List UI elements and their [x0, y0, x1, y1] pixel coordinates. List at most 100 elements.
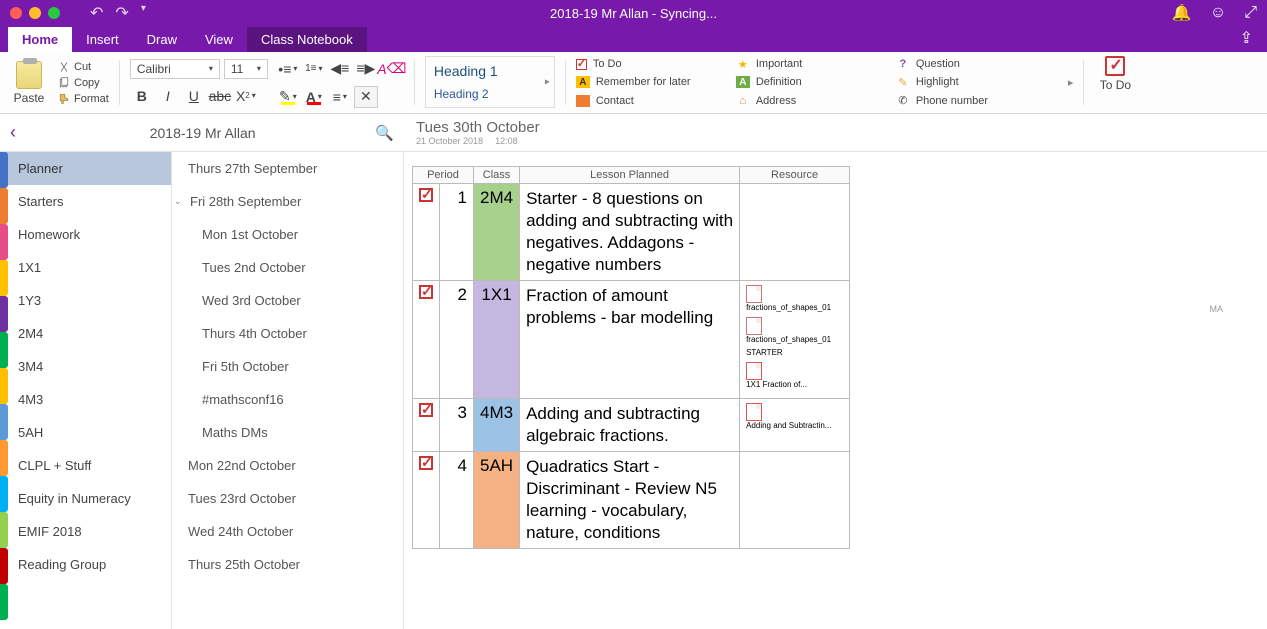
table-row[interactable]: 34M3Adding and subtracting algebraic fra…: [413, 398, 850, 451]
page-item[interactable]: Tues 23rd October: [172, 482, 403, 515]
subscript-button[interactable]: X2▾: [234, 85, 258, 107]
section-item[interactable]: CLPL + Stuff: [0, 449, 171, 482]
todo-checkbox[interactable]: [419, 285, 433, 299]
table-row[interactable]: 45AHQuadratics Start - Discriminant - Re…: [413, 451, 850, 548]
notifications-icon[interactable]: 🔔: [1172, 3, 1192, 23]
page-item[interactable]: Thurs 4th October: [172, 317, 403, 350]
todo-checkbox[interactable]: [419, 188, 433, 202]
clear-format-button[interactable]: A⌫: [380, 58, 404, 80]
page-title[interactable]: Tues 30th October: [416, 119, 1255, 136]
cell-lesson[interactable]: Starter - 8 questions on adding and subt…: [520, 184, 740, 281]
copy-button[interactable]: Copy: [58, 76, 109, 90]
outdent-button[interactable]: ◀≡: [328, 58, 352, 80]
todo-checkbox[interactable]: [419, 456, 433, 470]
section-item[interactable]: 5AH: [0, 416, 171, 449]
tags-expand-icon[interactable]: ▸: [1068, 76, 1074, 89]
indent-button[interactable]: ≡▶: [354, 58, 378, 80]
underline-button[interactable]: U: [182, 85, 206, 107]
section-item[interactable]: 2M4: [0, 317, 171, 350]
tag-phone[interactable]: ✆Phone number: [896, 93, 1056, 109]
numbering-button[interactable]: 1≡▾: [302, 58, 326, 80]
cell-resource[interactable]: [740, 184, 850, 281]
cell-resource[interactable]: [740, 451, 850, 548]
tab-class-notebook[interactable]: Class Notebook: [247, 27, 367, 52]
file-attachment[interactable]: STARTER: [746, 349, 843, 358]
cell-period[interactable]: 2: [440, 281, 474, 398]
planner-table[interactable]: Period Class Lesson Planned Resource 12M…: [412, 166, 850, 549]
feedback-icon[interactable]: ☺: [1210, 4, 1226, 22]
bold-button[interactable]: B: [130, 85, 154, 107]
tab-home[interactable]: Home: [8, 27, 72, 52]
tag-address[interactable]: ⌂Address: [736, 93, 886, 109]
cell-period[interactable]: 3: [440, 398, 474, 451]
highlight-button[interactable]: ✎▾: [276, 86, 300, 108]
cell-resource[interactable]: fractions_of_shapes_01 fractions_of_shape…: [740, 281, 850, 398]
tag-remember[interactable]: ARemember for later: [576, 74, 726, 90]
page-item[interactable]: Mon 1st October: [172, 218, 403, 251]
format-painter-button[interactable]: Format: [58, 92, 109, 106]
close-window[interactable]: [10, 7, 22, 19]
table-row[interactable]: 21X1Fraction of amount problems - bar mo…: [413, 281, 850, 398]
font-color-button[interactable]: A▾: [302, 86, 326, 108]
paste-button[interactable]: Paste: [8, 56, 50, 109]
page-item[interactable]: Thurs 27th September: [172, 152, 403, 185]
tag-question[interactable]: ?Question: [896, 56, 1056, 72]
table-row[interactable]: 12M4Starter - 8 questions on adding and …: [413, 184, 850, 281]
todo-checkbox[interactable]: [419, 403, 433, 417]
cell-class[interactable]: 4M3: [474, 398, 520, 451]
cell-lesson[interactable]: Fraction of amount problems - bar modell…: [520, 281, 740, 398]
chevron-down-icon[interactable]: ⌄: [174, 196, 184, 207]
notebook-name[interactable]: 2018-19 Mr Allan: [30, 125, 375, 141]
page-item[interactable]: ⌄Fri 28th September: [172, 185, 403, 218]
section-item[interactable]: Starters: [0, 185, 171, 218]
align-button[interactable]: ≡▾: [328, 86, 352, 108]
tab-view[interactable]: View: [191, 27, 247, 52]
section-item[interactable]: 1Y3: [0, 284, 171, 317]
zoom-window[interactable]: [48, 7, 60, 19]
search-icon[interactable]: 🔍: [375, 124, 394, 142]
file-attachment[interactable]: fractions_of_shapes_01: [746, 317, 843, 345]
page-canvas[interactable]: Period Class Lesson Planned Resource 12M…: [404, 152, 1267, 629]
cell-period[interactable]: 1: [440, 184, 474, 281]
section-item[interactable]: EMIF 2018: [0, 515, 171, 548]
section-item[interactable]: 3M4: [0, 350, 171, 383]
page-item[interactable]: Wed 24th October: [172, 515, 403, 548]
cell-period[interactable]: 4: [440, 451, 474, 548]
tab-insert[interactable]: Insert: [72, 27, 133, 52]
italic-button[interactable]: I: [156, 85, 180, 107]
tag-contact[interactable]: Contact: [576, 93, 726, 109]
styles-gallery[interactable]: Heading 1 Heading 2 ▸: [425, 56, 555, 108]
page-item[interactable]: Maths DMs: [172, 416, 403, 449]
style-heading2[interactable]: Heading 2: [434, 87, 546, 101]
back-button[interactable]: ‹: [10, 122, 30, 143]
font-size-select[interactable]: 11▾: [224, 59, 268, 79]
page-item[interactable]: Tues 2nd October: [172, 251, 403, 284]
section-item[interactable]: Reading Group: [0, 548, 171, 581]
page-item[interactable]: Mon 22nd October: [172, 449, 403, 482]
styles-expand-icon[interactable]: ▸: [545, 77, 550, 88]
page-item[interactable]: #mathsconf16: [172, 383, 403, 416]
cell-class[interactable]: 1X1: [474, 281, 520, 398]
tag-highlight[interactable]: ✎Highlight: [896, 74, 1056, 90]
tag-definition[interactable]: ADefinition: [736, 74, 886, 90]
tab-draw[interactable]: Draw: [133, 27, 191, 52]
file-attachment[interactable]: fractions_of_shapes_01: [746, 285, 843, 313]
page-item[interactable]: Fri 5th October: [172, 350, 403, 383]
delete-button[interactable]: ✕: [354, 86, 378, 108]
cell-lesson[interactable]: Quadratics Start - Discriminant - Review…: [520, 451, 740, 548]
style-heading1[interactable]: Heading 1: [434, 63, 546, 79]
cut-button[interactable]: Cut: [58, 60, 109, 74]
section-item[interactable]: Planner: [0, 152, 171, 185]
font-family-select[interactable]: Calibri▾: [130, 59, 220, 79]
undo-icon[interactable]: ↶: [90, 3, 103, 23]
share-icon[interactable]: ⇪: [1240, 28, 1253, 52]
redo-icon[interactable]: ↷: [115, 3, 128, 23]
section-item[interactable]: 1X1: [0, 251, 171, 284]
bullets-button[interactable]: •≡▾: [276, 58, 300, 80]
page-item[interactable]: Thurs 25th October: [172, 548, 403, 581]
file-attachment[interactable]: 1X1 Fraction of...: [746, 362, 843, 390]
todo-tag-button[interactable]: To Do: [1094, 56, 1136, 109]
strike-button[interactable]: abc: [208, 85, 232, 107]
section-item[interactable]: Equity in Numeracy: [0, 482, 171, 515]
cell-class[interactable]: 2M4: [474, 184, 520, 281]
